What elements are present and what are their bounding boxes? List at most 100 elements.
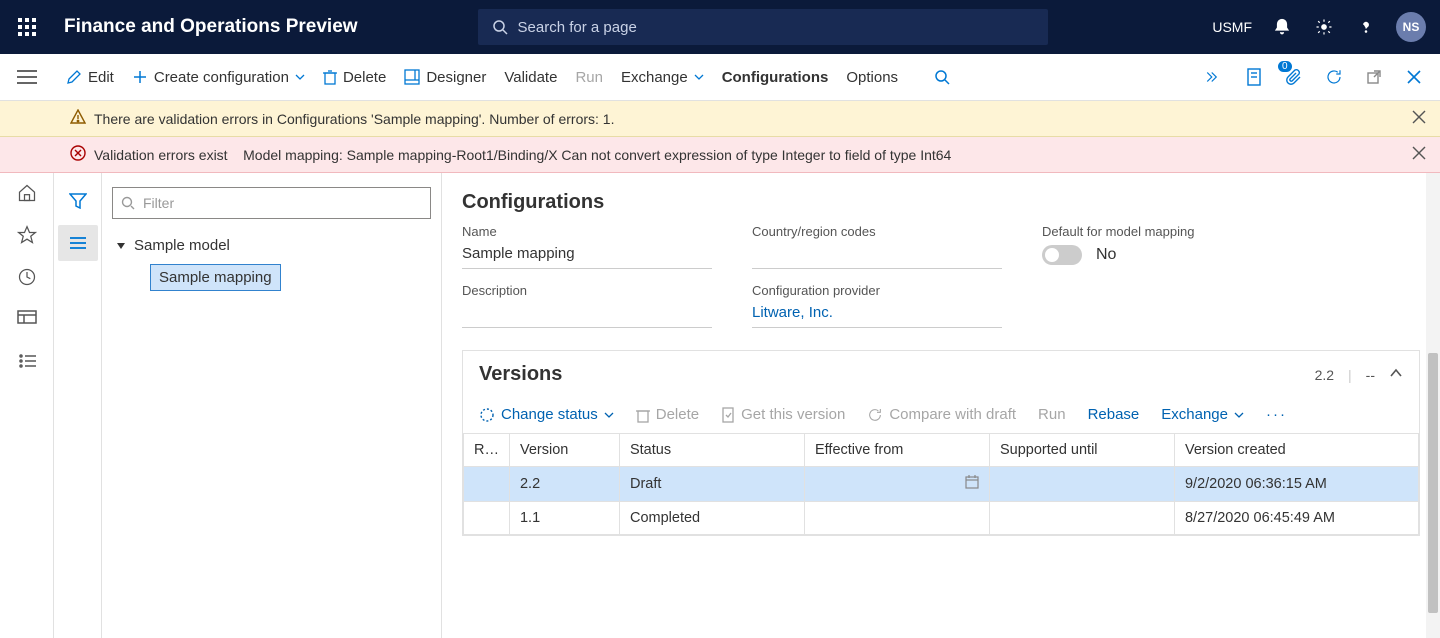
country-field[interactable] xyxy=(752,243,1002,269)
grid-header-row: R… Version Status Effective from Support… xyxy=(464,434,1419,467)
search-placeholder: Search for a page xyxy=(518,19,637,36)
delete-label: Delete xyxy=(343,69,386,86)
list-pane-icon[interactable] xyxy=(58,225,98,261)
user-avatar[interactable]: NS xyxy=(1396,12,1426,42)
provider-link[interactable]: Litware, Inc. xyxy=(752,302,1002,328)
delete-button[interactable]: Delete xyxy=(323,69,386,86)
global-search[interactable]: Search for a page xyxy=(478,9,1048,45)
table-row[interactable]: 2.2 Draft 9/2/2020 06:36:15 AM xyxy=(464,467,1419,502)
options-tab[interactable]: Options xyxy=(846,69,898,86)
tree-root-label: Sample model xyxy=(134,237,230,254)
versions-section: Versions 2.2 | -- Change status xyxy=(462,350,1420,536)
run-label: Run xyxy=(575,69,603,86)
col-status[interactable]: Status xyxy=(619,434,804,467)
workspace: Filter Sample model Sample mapping Confi… xyxy=(54,173,1440,638)
defaultmap-value: No xyxy=(1096,246,1116,264)
exchange-button[interactable]: Exchange xyxy=(621,69,704,86)
defaultmap-toggle[interactable] xyxy=(1042,245,1082,265)
name-field[interactable]: Sample mapping xyxy=(462,243,712,269)
details-heading: Configurations xyxy=(462,191,1420,214)
body: Filter Sample model Sample mapping Confi… xyxy=(0,173,1440,638)
pane-toolstrip xyxy=(54,173,102,638)
cell-effective xyxy=(804,502,989,535)
create-label: Create configuration xyxy=(154,69,289,86)
bell-icon[interactable] xyxy=(1270,15,1294,39)
command-bar-right: 0 xyxy=(1204,67,1440,87)
name-label: Name xyxy=(462,224,712,239)
command-items: Edit Create configuration Delete Designe… xyxy=(54,69,950,86)
attachments-icon[interactable]: 0 xyxy=(1284,67,1304,87)
defaultmap-label: Default for model mapping xyxy=(1042,224,1292,239)
expanded-icon xyxy=(116,241,126,251)
nav-toggle-icon[interactable] xyxy=(0,54,54,101)
modules-icon[interactable] xyxy=(15,349,39,373)
find-icon[interactable] xyxy=(934,69,950,85)
help-icon[interactable] xyxy=(1354,15,1378,39)
star-icon[interactable] xyxy=(15,223,39,247)
cell-effective[interactable] xyxy=(804,467,989,502)
refresh-icon[interactable] xyxy=(1324,67,1344,87)
versions-title: Versions xyxy=(479,363,562,386)
gear-icon[interactable] xyxy=(1312,15,1336,39)
col-effective[interactable]: Effective from xyxy=(804,434,989,467)
configurations-tab[interactable]: Configurations xyxy=(722,69,829,86)
designer-label: Designer xyxy=(426,69,486,86)
waffle-icon[interactable] xyxy=(0,0,54,54)
collapse-icon[interactable] xyxy=(1389,366,1403,383)
cell-status: Draft xyxy=(619,467,804,502)
versions-grid: R… Version Status Effective from Support… xyxy=(463,433,1419,535)
configurations-label: Configurations xyxy=(722,69,829,86)
col-r[interactable]: R… xyxy=(464,434,510,467)
tree-node-child[interactable]: Sample mapping xyxy=(150,264,281,291)
validate-label: Validate xyxy=(504,69,557,86)
document-icon[interactable] xyxy=(1244,67,1264,87)
col-supported[interactable]: Supported until xyxy=(989,434,1174,467)
validate-button[interactable]: Validate xyxy=(504,69,557,86)
col-version[interactable]: Version xyxy=(509,434,619,467)
warning-close-icon[interactable] xyxy=(1412,110,1426,127)
change-status-button[interactable]: Change status xyxy=(479,406,614,423)
calendar-icon[interactable] xyxy=(965,475,979,493)
error-close-icon[interactable] xyxy=(1412,146,1426,163)
more-icon[interactable]: ··· xyxy=(1266,406,1287,423)
warning-message-bar: There are validation errors in Configura… xyxy=(0,101,1440,137)
tree-filter-input[interactable]: Filter xyxy=(112,187,431,219)
table-row[interactable]: 1.1 Completed 8/27/2020 06:45:49 AM xyxy=(464,502,1419,535)
home-icon[interactable] xyxy=(15,181,39,205)
global-header: Finance and Operations Preview Search fo… xyxy=(0,0,1440,54)
filter-placeholder: Filter xyxy=(143,195,174,211)
rebase-button[interactable]: Rebase xyxy=(1088,406,1140,423)
popout-icon[interactable] xyxy=(1364,67,1384,87)
version-run-button: Run xyxy=(1038,406,1066,423)
chevron-down-icon xyxy=(1234,410,1244,420)
versions-current: 2.2 xyxy=(1315,367,1334,383)
company-selector[interactable]: USMF xyxy=(1212,19,1252,35)
get-version-button: Get this version xyxy=(721,406,845,423)
versions-dash: -- xyxy=(1366,367,1375,383)
error-text: Validation errors exist Model mapping: S… xyxy=(94,147,951,163)
cell-version: 2.2 xyxy=(509,467,619,502)
cell-created: 8/27/2020 06:45:49 AM xyxy=(1174,502,1418,535)
scrollbar[interactable] xyxy=(1426,173,1440,638)
chevron-down-icon xyxy=(295,72,305,82)
warning-icon xyxy=(70,109,86,128)
create-configuration-button[interactable]: Create configuration xyxy=(132,69,305,86)
error-message-bar: Validation errors exist Model mapping: S… xyxy=(0,137,1440,173)
clock-icon[interactable] xyxy=(15,265,39,289)
tree-node-root[interactable]: Sample model xyxy=(112,233,431,258)
link-icon[interactable] xyxy=(1204,67,1224,87)
chevron-down-icon xyxy=(694,72,704,82)
details-pane: Configurations Name Sample mapping Descr… xyxy=(442,173,1440,638)
workspace-icon[interactable] xyxy=(15,307,39,331)
command-bar: Edit Create configuration Delete Designe… xyxy=(0,54,1440,101)
run-button: Run xyxy=(575,69,603,86)
description-field[interactable] xyxy=(462,302,712,328)
filter-pane-icon[interactable] xyxy=(58,183,98,219)
header-right: USMF NS xyxy=(1212,12,1440,42)
designer-button[interactable]: Designer xyxy=(404,69,486,86)
col-created[interactable]: Version created xyxy=(1174,434,1418,467)
close-icon[interactable] xyxy=(1404,67,1424,87)
field-group: Name Sample mapping Description Country/… xyxy=(462,224,1420,328)
edit-button[interactable]: Edit xyxy=(66,69,114,86)
version-exchange-button[interactable]: Exchange xyxy=(1161,406,1244,423)
